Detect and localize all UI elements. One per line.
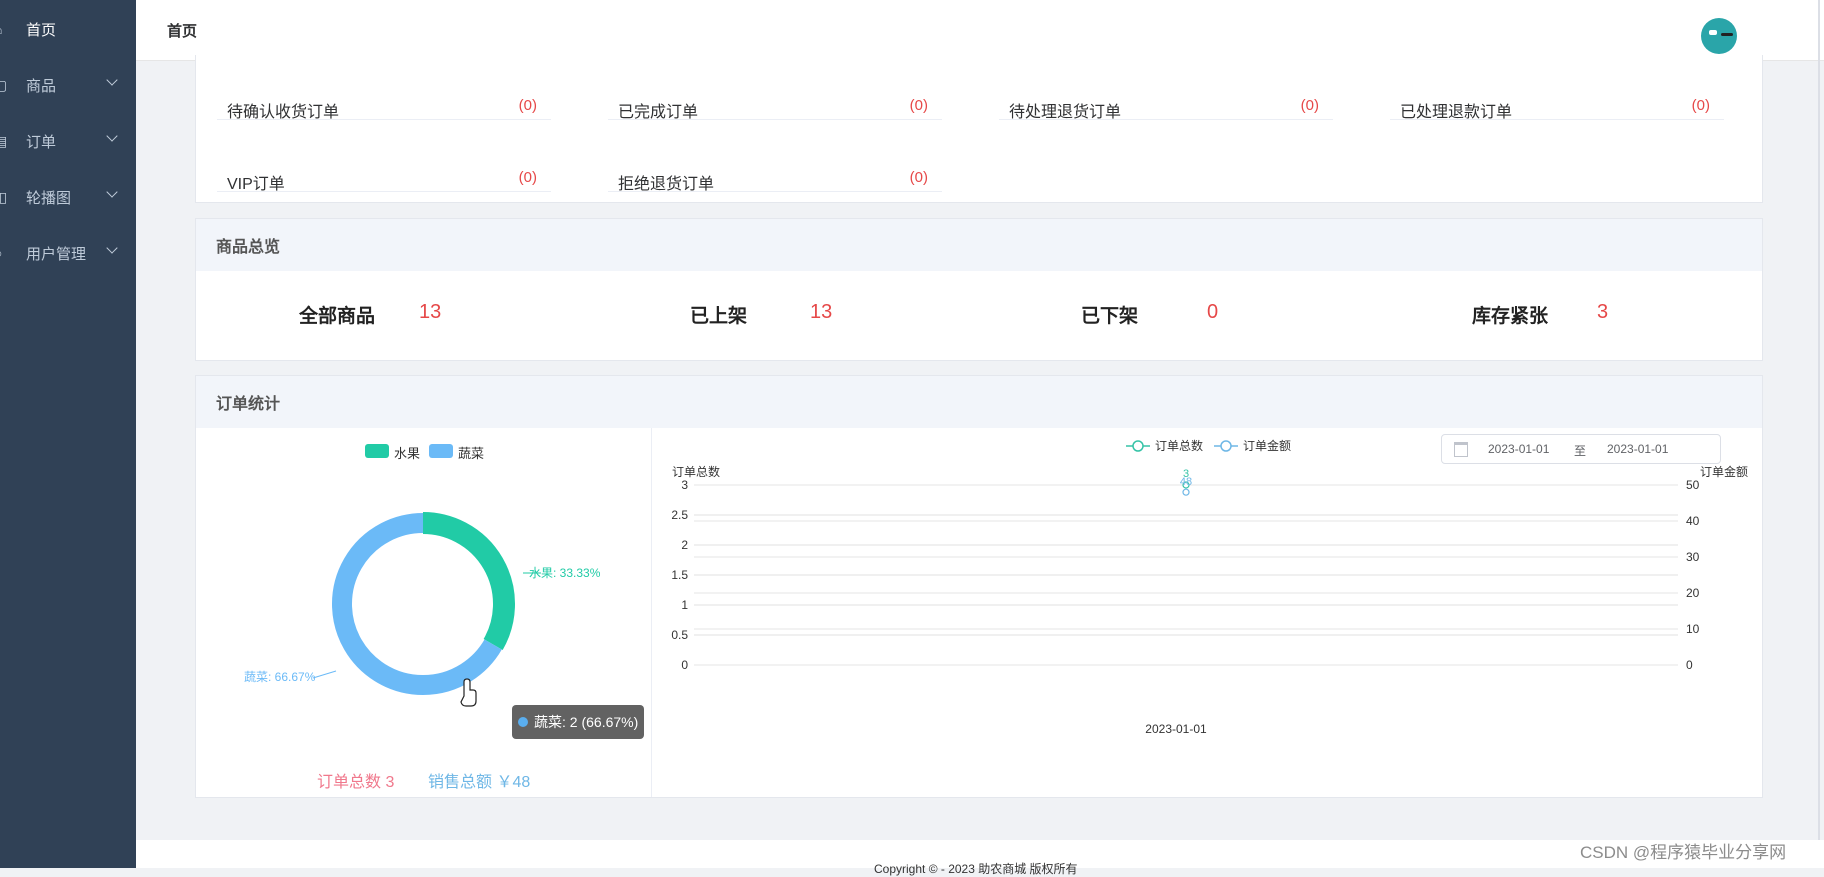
y-tick-label-right: 10 (1686, 622, 1700, 636)
tooltip-dot (518, 717, 528, 727)
goods-stat-label: 已下架 (1081, 306, 1139, 327)
avatar-mark (1721, 33, 1733, 36)
tooltip-text: 蔬菜: 2 (66.67%) (534, 714, 639, 730)
order-stat-item[interactable]: VIP订单 (0) (217, 147, 551, 193)
y-tick-label-right: 0 (1686, 658, 1693, 672)
y-tick-label-right: 40 (1686, 514, 1700, 528)
footer-copyright: Copyright © - 2023 助农商城 版权所有 (874, 862, 1078, 876)
sidebar-item-label: 用户管理 (26, 245, 87, 263)
order-stat-count: (0) (1300, 97, 1319, 114)
order-stat-item[interactable]: 待确认收货订单 (0) (217, 75, 551, 121)
line-legend-label[interactable]: 订单金额 (1243, 438, 1291, 453)
y-tick-label-left: 3 (681, 478, 688, 492)
footer: Copyright © - 2023 助农商城 版权所有 (136, 840, 1824, 876)
y-tick-label-left: 0 (681, 658, 688, 672)
order-stats-title: 订单统计 (196, 376, 1762, 428)
line-chart: 订单总数 订单金额 订单总数 订单金额 00.511.522.530102030… (671, 438, 1748, 736)
legend-marker[interactable] (1132, 440, 1144, 452)
order-stat-item[interactable]: 已处理退款订单 (0) (1390, 75, 1724, 121)
sidebar-item-users[interactable]: ○ 用户管理 (0, 225, 136, 281)
sidebar-item-carousel[interactable]: ◫ 轮播图 (0, 169, 136, 225)
sidebar-item-goods[interactable]: ▢ 商品 (0, 57, 136, 113)
y-tick-label-left: 2 (681, 538, 688, 552)
sidebar-item-label: 订单 (26, 133, 57, 151)
sidebar-item-home[interactable]: ⌂ 首页 (0, 1, 136, 57)
y-tick-label-right: 20 (1686, 586, 1700, 600)
goods-overview-title: 商品总览 (196, 219, 1762, 271)
chart-tooltip: 蔬菜: 2 (66.67%) (512, 705, 644, 739)
line-legend-label[interactable]: 订单总数 (1155, 438, 1203, 453)
chevron-down-icon (106, 242, 118, 254)
y-tick-label-right: 30 (1686, 550, 1700, 564)
goods-stat-label: 已上架 (690, 306, 748, 327)
order-stat-item[interactable]: 待处理退货订单 (0) (999, 75, 1333, 121)
user-icon: ○ (0, 245, 8, 261)
order-stat-label: VIP订单 (227, 176, 285, 193)
order-status-card: 待确认收货订单 (0) 已完成订单 (0) 待处理退货订单 (0) 已处理退款订… (195, 55, 1763, 203)
pie-slice[interactable] (422, 512, 515, 650)
chevron-down-icon (106, 130, 118, 142)
order-stat-label: 待确认收货订单 (227, 104, 340, 121)
scrollbar[interactable] (1818, 0, 1820, 868)
avatar-mark (1709, 30, 1717, 35)
order-stat-label: 已完成订单 (618, 104, 699, 121)
goods-stat-label: 库存紧张 (1472, 306, 1549, 327)
order-icon: ▤ (0, 132, 8, 149)
data-label: 48 (1180, 476, 1192, 488)
goods-stat-value: 0 (1207, 301, 1219, 323)
y-tick-label-left: 1.5 (671, 568, 688, 582)
chevron-down-icon (106, 186, 118, 198)
order-stat-count: (0) (1691, 97, 1710, 114)
legend-marker[interactable] (1220, 440, 1232, 452)
order-stat-item[interactable]: 已完成订单 (0) (608, 75, 942, 121)
order-stat-item[interactable]: 拒绝退货订单 (0) (608, 147, 942, 193)
order-stats-card: 订单统计 水果 蔬菜 水果: 33.33% 蔬菜: 66.67% 蔬菜: 2 (… (195, 375, 1763, 798)
sidebar-item-orders[interactable]: ▤ 订单 (0, 113, 136, 169)
goods-stat-label: 全部商品 (299, 306, 376, 327)
pie-slice-label: 蔬菜: 66.67% (244, 670, 316, 684)
sidebar-item-label: 轮播图 (26, 189, 72, 207)
home-icon: ⌂ (0, 21, 8, 37)
x-tick-label: 2023-01-01 (1145, 722, 1207, 736)
line-point[interactable] (1182, 488, 1190, 496)
carousel-icon: ◫ (0, 188, 8, 205)
y-axis-right-label: 订单金额 (1700, 464, 1748, 479)
chevron-down-icon (106, 74, 118, 86)
pie-slice-label: 水果: 33.33% (529, 566, 601, 580)
order-stat-count: (0) (909, 97, 928, 114)
y-tick-label-right: 50 (1686, 478, 1700, 492)
goods-icon: ▢ (0, 76, 8, 93)
goods-stat-value: 13 (419, 301, 442, 323)
sidebar: ⌂ 首页 ▢ 商品 ▤ 订单 ◫ 轮播图 ○ 用户管理 (0, 0, 136, 868)
top-header: 首页 (136, 0, 1824, 61)
breadcrumb[interactable]: 首页 (167, 20, 197, 41)
y-axis-left-label: 订单总数 (672, 464, 720, 479)
y-tick-label-left: 1 (681, 598, 688, 612)
sidebar-item-label: 首页 (26, 21, 57, 39)
sales-total-text: 销售总额 ￥48 (428, 774, 531, 791)
order-stat-label: 待处理退货订单 (1009, 104, 1122, 121)
order-stat-count: (0) (518, 97, 537, 114)
order-stat-count: (0) (909, 169, 928, 186)
pie-chart: 水果: 33.33% 蔬菜: 66.67% (244, 512, 601, 707)
goods-stat-value: 3 (1597, 301, 1609, 323)
order-stat-label: 已处理退款订单 (1400, 104, 1513, 121)
avatar[interactable] (1701, 18, 1737, 54)
y-tick-label-left: 0.5 (671, 628, 688, 642)
sidebar-item-label: 商品 (26, 77, 57, 95)
y-tick-label-left: 2.5 (671, 508, 688, 522)
order-stat-label: 拒绝退货订单 (618, 176, 715, 193)
pie-label-line (312, 670, 337, 679)
goods-overview-card: 商品总览 全部商品 13 已上架 13 已下架 0 库存紧张 3 (195, 218, 1763, 361)
order-total-text: 订单总数 3 (317, 774, 395, 791)
order-stat-count: (0) (518, 169, 537, 186)
goods-stat-value: 13 (810, 301, 833, 323)
watermark: CSDN @程序猿毕业分享网 (1580, 843, 1787, 862)
